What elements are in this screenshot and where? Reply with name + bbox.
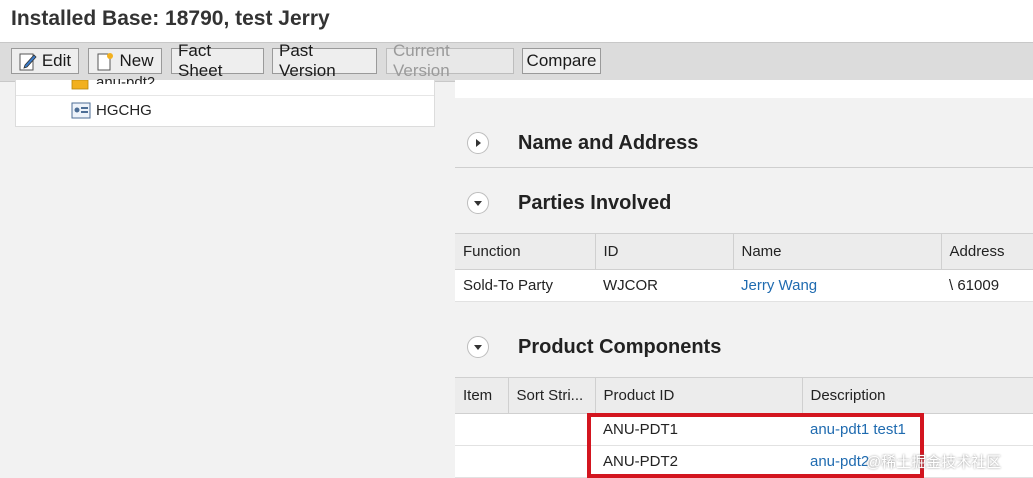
name-link[interactable]: Jerry Wang bbox=[733, 269, 941, 302]
column-header[interactable]: Description bbox=[802, 377, 1033, 414]
component-icon bbox=[71, 102, 91, 124]
past-version-button[interactable]: Past Version bbox=[272, 41, 377, 80]
column-header[interactable]: Item bbox=[455, 377, 509, 414]
sort-cell bbox=[508, 445, 595, 478]
section-product-components[interactable]: Product Components bbox=[455, 322, 1033, 372]
component-tree: anu-pdt2 HGCHG bbox=[15, 74, 435, 127]
table-row[interactable]: Sold-To Party WJCOR Jerry Wang \ 61009 bbox=[455, 269, 1033, 302]
column-header[interactable]: Address bbox=[941, 233, 1033, 270]
parties-table: Function ID Name Address Sold-To Party W… bbox=[455, 233, 1033, 302]
page-title: Installed Base: 18790, test Jerry bbox=[11, 7, 330, 30]
current-version-button[interactable]: Current Version bbox=[386, 41, 514, 80]
watermark: @稀土掘金技术社区 bbox=[866, 454, 1002, 471]
folder-icon bbox=[71, 77, 89, 95]
column-header[interactable]: Name bbox=[733, 233, 942, 270]
title-bar: Installed Base: 18790, test Jerry bbox=[0, 0, 1033, 42]
tree-item-label: HGCHG bbox=[96, 102, 152, 119]
function-cell: Sold-To Party bbox=[455, 269, 595, 302]
section-parties[interactable]: Parties Involved bbox=[455, 178, 1033, 228]
tree-item[interactable]: anu-pdt2 bbox=[16, 74, 434, 96]
new-document-icon bbox=[96, 52, 114, 71]
collapse-button[interactable] bbox=[467, 192, 489, 214]
compare-label: Compare bbox=[526, 51, 597, 70]
past-version-label: Past Version bbox=[279, 41, 336, 80]
expand-button[interactable] bbox=[467, 132, 489, 154]
item-cell bbox=[455, 413, 508, 446]
tree-item[interactable]: HGCHG bbox=[16, 95, 434, 126]
column-header[interactable]: Sort Stri... bbox=[508, 377, 596, 414]
panel-top bbox=[455, 80, 1033, 98]
section-title: Name and Address bbox=[518, 132, 699, 154]
fact-sheet-label: Fact Sheet bbox=[178, 41, 223, 80]
column-header[interactable]: Function bbox=[455, 233, 596, 270]
table-header-row: Item Sort Stri... Product ID Description bbox=[455, 377, 1033, 414]
tree-item-label: anu-pdt2 bbox=[96, 74, 156, 84]
fact-sheet-button[interactable]: Fact Sheet bbox=[171, 41, 264, 80]
edit-button[interactable]: Edit bbox=[11, 48, 79, 74]
address-cell: \ 61009 bbox=[941, 269, 1033, 302]
edit-icon bbox=[19, 52, 37, 71]
collapse-button[interactable] bbox=[467, 336, 489, 358]
section-name-address[interactable]: Name and Address bbox=[455, 118, 1033, 168]
new-button[interactable]: New bbox=[88, 48, 162, 74]
id-cell: WJCOR bbox=[595, 269, 733, 302]
chevron-right-icon bbox=[476, 139, 481, 147]
edit-label: Edit bbox=[41, 51, 72, 70]
chevron-down-icon bbox=[474, 201, 482, 206]
column-header[interactable]: Product ID bbox=[595, 377, 803, 414]
column-header[interactable]: ID bbox=[595, 233, 734, 270]
sort-cell bbox=[508, 413, 595, 446]
table-header-row: Function ID Name Address bbox=[455, 233, 1033, 270]
chevron-down-icon bbox=[474, 345, 482, 350]
section-title: Product Components bbox=[518, 336, 722, 358]
current-version-label: Current Version bbox=[393, 41, 450, 80]
compare-button[interactable]: Compare bbox=[522, 48, 601, 74]
new-label: New bbox=[119, 51, 154, 70]
section-title: Parties Involved bbox=[518, 192, 672, 214]
item-cell bbox=[455, 445, 508, 478]
